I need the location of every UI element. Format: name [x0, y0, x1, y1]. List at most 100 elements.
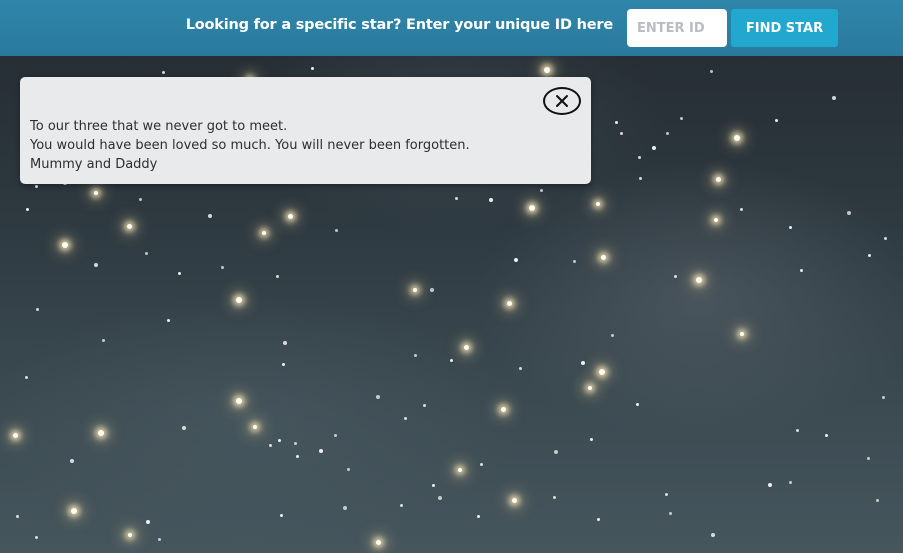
- small-star: [554, 450, 558, 454]
- find-star-prompt: Looking for a specific star? Enter your …: [185, 17, 613, 33]
- glowing-star[interactable]: [500, 406, 506, 412]
- small-star: [161, 70, 165, 74]
- small-star: [275, 274, 279, 278]
- small-star: [403, 416, 407, 420]
- small-star: [614, 120, 618, 124]
- small-star: [514, 258, 518, 262]
- message-line: You would have been loved so much. You w…: [30, 138, 470, 153]
- glowing-star[interactable]: [714, 218, 718, 222]
- small-star: [668, 511, 672, 515]
- glowing-star[interactable]: [236, 297, 242, 303]
- glowing-star[interactable]: [98, 430, 104, 436]
- small-star: [438, 496, 442, 500]
- small-star: [101, 338, 105, 342]
- glowing-star[interactable]: [715, 176, 721, 182]
- small-star: [35, 307, 39, 311]
- small-star: [376, 395, 380, 399]
- small-star: [824, 433, 828, 437]
- small-star: [875, 498, 879, 502]
- glowing-star[interactable]: [253, 425, 257, 429]
- small-star: [24, 375, 28, 379]
- small-star: [638, 176, 642, 180]
- small-star: [489, 198, 493, 202]
- small-star: [788, 480, 792, 484]
- glowing-star[interactable]: [71, 508, 77, 514]
- small-star: [454, 196, 458, 200]
- glowing-star[interactable]: [458, 468, 462, 472]
- glowing-star[interactable]: [94, 191, 98, 195]
- message-line: To our three that we never got to meet.: [30, 119, 288, 134]
- small-star: [182, 426, 186, 430]
- small-star: [572, 259, 576, 263]
- small-star: [94, 263, 98, 267]
- glowing-star[interactable]: [599, 369, 605, 375]
- star-message: To our three that we never got to meet. …: [30, 117, 470, 174]
- small-star: [177, 271, 181, 275]
- glowing-star[interactable]: [375, 539, 381, 545]
- small-star: [333, 433, 337, 437]
- small-star: [679, 116, 683, 120]
- message-line: Mummy and Daddy: [30, 157, 158, 172]
- small-star: [34, 535, 38, 539]
- glowing-star[interactable]: [740, 332, 744, 336]
- small-star: [310, 66, 314, 70]
- small-star: [422, 403, 426, 407]
- header-bar: Looking for a specific star? Enter your …: [0, 0, 903, 56]
- small-star: [279, 513, 283, 517]
- glowing-star[interactable]: [236, 398, 242, 404]
- glowing-star[interactable]: [588, 386, 592, 390]
- small-star: [619, 131, 623, 135]
- small-star: [867, 253, 871, 257]
- glowing-star[interactable]: [12, 432, 18, 438]
- glowing-star[interactable]: [544, 67, 550, 73]
- small-star: [138, 197, 142, 201]
- small-star: [281, 362, 285, 366]
- glowing-star[interactable]: [62, 242, 68, 248]
- glowing-star[interactable]: [128, 533, 132, 537]
- small-star: [70, 459, 74, 463]
- small-star: [589, 437, 593, 441]
- small-star: [25, 207, 29, 211]
- glowing-star[interactable]: [126, 223, 132, 229]
- glowing-star[interactable]: [529, 205, 535, 211]
- small-star: [268, 443, 272, 447]
- small-star: [413, 353, 417, 357]
- small-star: [799, 268, 803, 272]
- glowing-star[interactable]: [600, 254, 606, 260]
- close-circle-icon: [556, 95, 568, 107]
- small-star: [637, 155, 641, 159]
- small-star: [343, 506, 347, 510]
- glowing-star[interactable]: [696, 277, 702, 283]
- find-star-button[interactable]: FIND STAR: [731, 9, 838, 47]
- small-star: [283, 341, 287, 345]
- small-star: [711, 533, 715, 537]
- small-star: [277, 438, 281, 442]
- star-message-popup: To our three that we never got to meet. …: [20, 77, 591, 184]
- close-popup-button[interactable]: [543, 87, 581, 115]
- small-star: [449, 358, 453, 362]
- small-star: [34, 184, 38, 188]
- small-star: [220, 265, 224, 269]
- small-star: [596, 517, 600, 521]
- star-id-input[interactable]: [627, 9, 727, 47]
- glowing-star[interactable]: [262, 231, 266, 235]
- small-star: [157, 537, 161, 541]
- glowing-star[interactable]: [596, 202, 600, 206]
- small-star: [295, 454, 299, 458]
- small-star: [144, 251, 148, 255]
- small-star: [146, 520, 150, 524]
- glowing-star[interactable]: [734, 135, 740, 141]
- star-sky-page: Looking for a specific star? Enter your …: [0, 0, 903, 553]
- small-star: [652, 146, 656, 150]
- glowing-star[interactable]: [413, 288, 417, 292]
- small-star: [539, 188, 543, 192]
- small-star: [881, 395, 885, 399]
- small-star: [635, 402, 639, 406]
- small-star: [581, 361, 585, 365]
- small-star: [768, 483, 772, 487]
- small-star: [346, 467, 350, 471]
- glowing-star[interactable]: [511, 497, 517, 503]
- glowing-star[interactable]: [287, 213, 293, 219]
- glowing-star[interactable]: [463, 344, 469, 350]
- glowing-star[interactable]: [506, 300, 512, 306]
